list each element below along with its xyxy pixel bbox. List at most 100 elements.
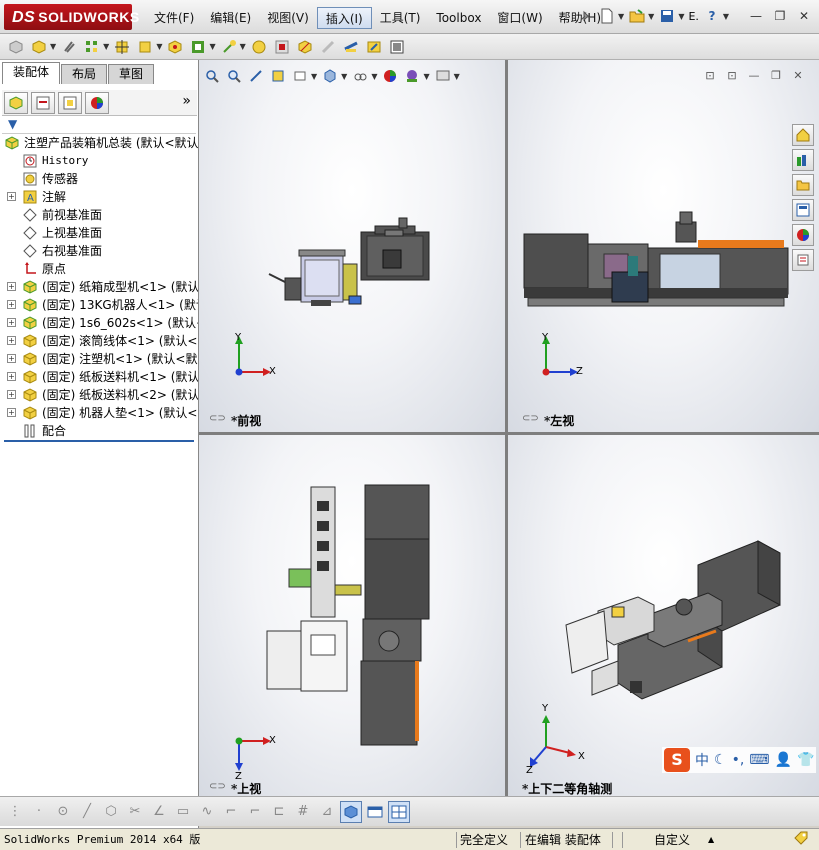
top-link-icon[interactable]: ⊂⊃ xyxy=(209,781,226,792)
tab-sketch[interactable]: 草图 xyxy=(108,64,155,84)
design-library-icon[interactable] xyxy=(792,149,814,171)
rollback-bar[interactable] xyxy=(4,440,194,442)
bill-of-materials-icon[interactable] xyxy=(249,37,269,57)
single-viewport-icon[interactable] xyxy=(364,801,386,823)
tree-item[interactable]: 传感器 xyxy=(0,170,198,188)
display-style-icon[interactable] xyxy=(321,67,339,85)
viewport-top[interactable]: X Z ⊂⊃ *上视 xyxy=(199,435,505,796)
edit-appearance-icon[interactable] xyxy=(381,67,399,85)
new-part-dropdown-icon[interactable]: ▼ xyxy=(50,42,56,51)
close-icon[interactable]: ✕ xyxy=(795,8,813,24)
tree-item[interactable]: 原点 xyxy=(0,260,198,278)
clearance-verification-icon[interactable] xyxy=(318,37,338,57)
tree-item[interactable]: 前视基准面 xyxy=(0,206,198,224)
single-view-icon[interactable]: ⊡ xyxy=(725,69,739,83)
status-units-arrow[interactable]: ▲ xyxy=(708,831,714,849)
ime-punctuation-icon[interactable]: •, xyxy=(732,752,745,768)
tree-item[interactable]: 右视基准面 xyxy=(0,242,198,260)
view-palette-icon[interactable] xyxy=(792,199,814,221)
status-units[interactable]: 自定义 xyxy=(654,831,690,849)
panel-expand-icon[interactable]: » xyxy=(182,93,191,109)
four-viewport-icon[interactable] xyxy=(388,800,410,823)
grid-icon[interactable]: # xyxy=(292,801,314,823)
hole-alignment-icon[interactable] xyxy=(341,37,361,57)
exploded-view-icon[interactable] xyxy=(272,37,292,57)
menu-item-3[interactable]: 插入(I) xyxy=(316,7,372,29)
property-manager-icon[interactable] xyxy=(31,91,55,114)
spline-icon[interactable]: ∿ xyxy=(196,801,218,823)
tab-assembly[interactable]: 装配体 xyxy=(2,62,61,84)
viewport-restore-icon[interactable]: ❐ xyxy=(769,69,783,83)
expand-toggle-icon[interactable]: + xyxy=(7,282,16,291)
circle-icon[interactable]: ⊙ xyxy=(52,801,74,823)
show-hidden-icon[interactable] xyxy=(135,37,155,57)
tree-item[interactable]: + (固定) 注塑机<1> (默认<默 xyxy=(0,350,198,368)
front-link-icon[interactable]: ⊂⊃ xyxy=(209,413,226,424)
menu-item-2[interactable]: 视图(V) xyxy=(259,7,317,29)
pin-icon[interactable] xyxy=(576,7,594,25)
ime-language[interactable]: 中 xyxy=(695,750,709,770)
tree-filter[interactable]: ▼ xyxy=(2,116,196,134)
new-motion-study-icon[interactable] xyxy=(219,37,239,57)
save-icon[interactable] xyxy=(658,7,676,25)
viewport-front[interactable]: Y X ⊂⊃ *前视 xyxy=(199,60,505,432)
new-part-icon[interactable] xyxy=(29,37,49,57)
assembly-features-icon[interactable] xyxy=(165,37,185,57)
menu-item-0[interactable]: 文件(F) xyxy=(146,7,202,29)
section-view-icon[interactable] xyxy=(269,67,287,85)
link-views-icon[interactable]: ⊡ xyxy=(703,69,717,83)
save-dropdown-icon[interactable]: ▼ xyxy=(678,12,684,21)
rectangle-icon[interactable]: ▭ xyxy=(172,801,194,823)
ime-keyboard-icon[interactable]: ⌨ xyxy=(749,752,769,768)
menu-item-1[interactable]: 编辑(E) xyxy=(202,7,259,29)
mate-icon[interactable] xyxy=(59,37,79,57)
tree-item[interactable]: + (固定) 纸板送料机<1> (默认 xyxy=(0,368,198,386)
expand-toggle-icon[interactable]: + xyxy=(7,336,16,345)
file-explorer-icon[interactable] xyxy=(792,174,814,196)
viewport-minimize-icon[interactable]: — xyxy=(747,69,761,83)
restore-icon[interactable]: ❐ xyxy=(771,8,789,24)
custom-properties-icon[interactable] xyxy=(792,249,814,271)
scene-dropdown-icon[interactable]: ▼ xyxy=(423,72,429,81)
tree-item[interactable]: + (固定) 13KG机器人<1> (默认< xyxy=(0,296,198,314)
tree-item[interactable]: + (固定) 机器人垫<1> (默认< xyxy=(0,404,198,422)
apply-scene-icon[interactable] xyxy=(403,67,421,85)
dynamic-annotation-icon[interactable] xyxy=(291,67,309,85)
viewport-left[interactable]: Y Z ⊂⊃ *左视 xyxy=(508,60,819,432)
expand-toggle-icon[interactable]: + xyxy=(7,354,16,363)
zoom-to-fit-icon[interactable] xyxy=(203,67,221,85)
move-component-icon[interactable] xyxy=(112,37,132,57)
tree-item[interactable]: + (固定) 滚筒线体<1> (默认< xyxy=(0,332,198,350)
offset-icon[interactable]: ⌐ xyxy=(244,801,266,823)
tree-item[interactable]: + (固定) 纸板送料机<2> (默认 xyxy=(0,386,198,404)
component-pattern-icon[interactable] xyxy=(82,37,102,57)
motion-dropdown-icon[interactable]: ▼ xyxy=(240,42,246,51)
sketch-plane-icon[interactable]: ⊿ xyxy=(316,801,338,823)
filter-icon[interactable]: ▼ xyxy=(8,117,17,131)
viewport-isometric[interactable]: Y X Z *上下二等角轴测 xyxy=(508,435,819,796)
view-settings-dropdown-icon[interactable]: ▼ xyxy=(454,72,460,81)
hide-show-dropdown-icon[interactable]: ▼ xyxy=(371,72,377,81)
view-settings-icon[interactable] xyxy=(434,67,452,85)
appearances-scenes-icon[interactable] xyxy=(792,224,814,246)
menu-item-5[interactable]: Toolbox xyxy=(428,7,489,29)
help-icon[interactable]: ? xyxy=(703,7,721,25)
toolbar-overflow[interactable]: E. xyxy=(688,10,698,23)
solidworks-logo[interactable]: DS SOLIDWORKS xyxy=(4,4,139,30)
large-assembly-mode-icon[interactable] xyxy=(387,37,407,57)
feature-manager-icon[interactable] xyxy=(4,91,28,114)
tree-item[interactable]: 注塑产品装箱机总装 (默认<默认 xyxy=(0,134,198,152)
pattern-dropdown-icon[interactable]: ▼ xyxy=(103,42,109,51)
convert-entities-icon[interactable]: ⌐ xyxy=(220,801,242,823)
menu-item-4[interactable]: 工具(T) xyxy=(372,7,429,29)
angle-line-icon[interactable]: ∠ xyxy=(148,801,170,823)
left-link-icon[interactable]: ⊂⊃ xyxy=(522,413,539,424)
hide-show-items-icon[interactable] xyxy=(351,67,369,85)
expand-toggle-icon[interactable]: + xyxy=(7,390,16,399)
new-dropdown-icon[interactable]: ▼ xyxy=(618,12,624,21)
reference-geometry-icon[interactable] xyxy=(188,37,208,57)
insert-components-icon[interactable] xyxy=(6,37,26,57)
tree-item[interactable]: 配合 xyxy=(0,422,198,440)
sogou-ime-logo[interactable]: S xyxy=(664,748,690,772)
minimize-icon[interactable]: — xyxy=(747,8,765,24)
